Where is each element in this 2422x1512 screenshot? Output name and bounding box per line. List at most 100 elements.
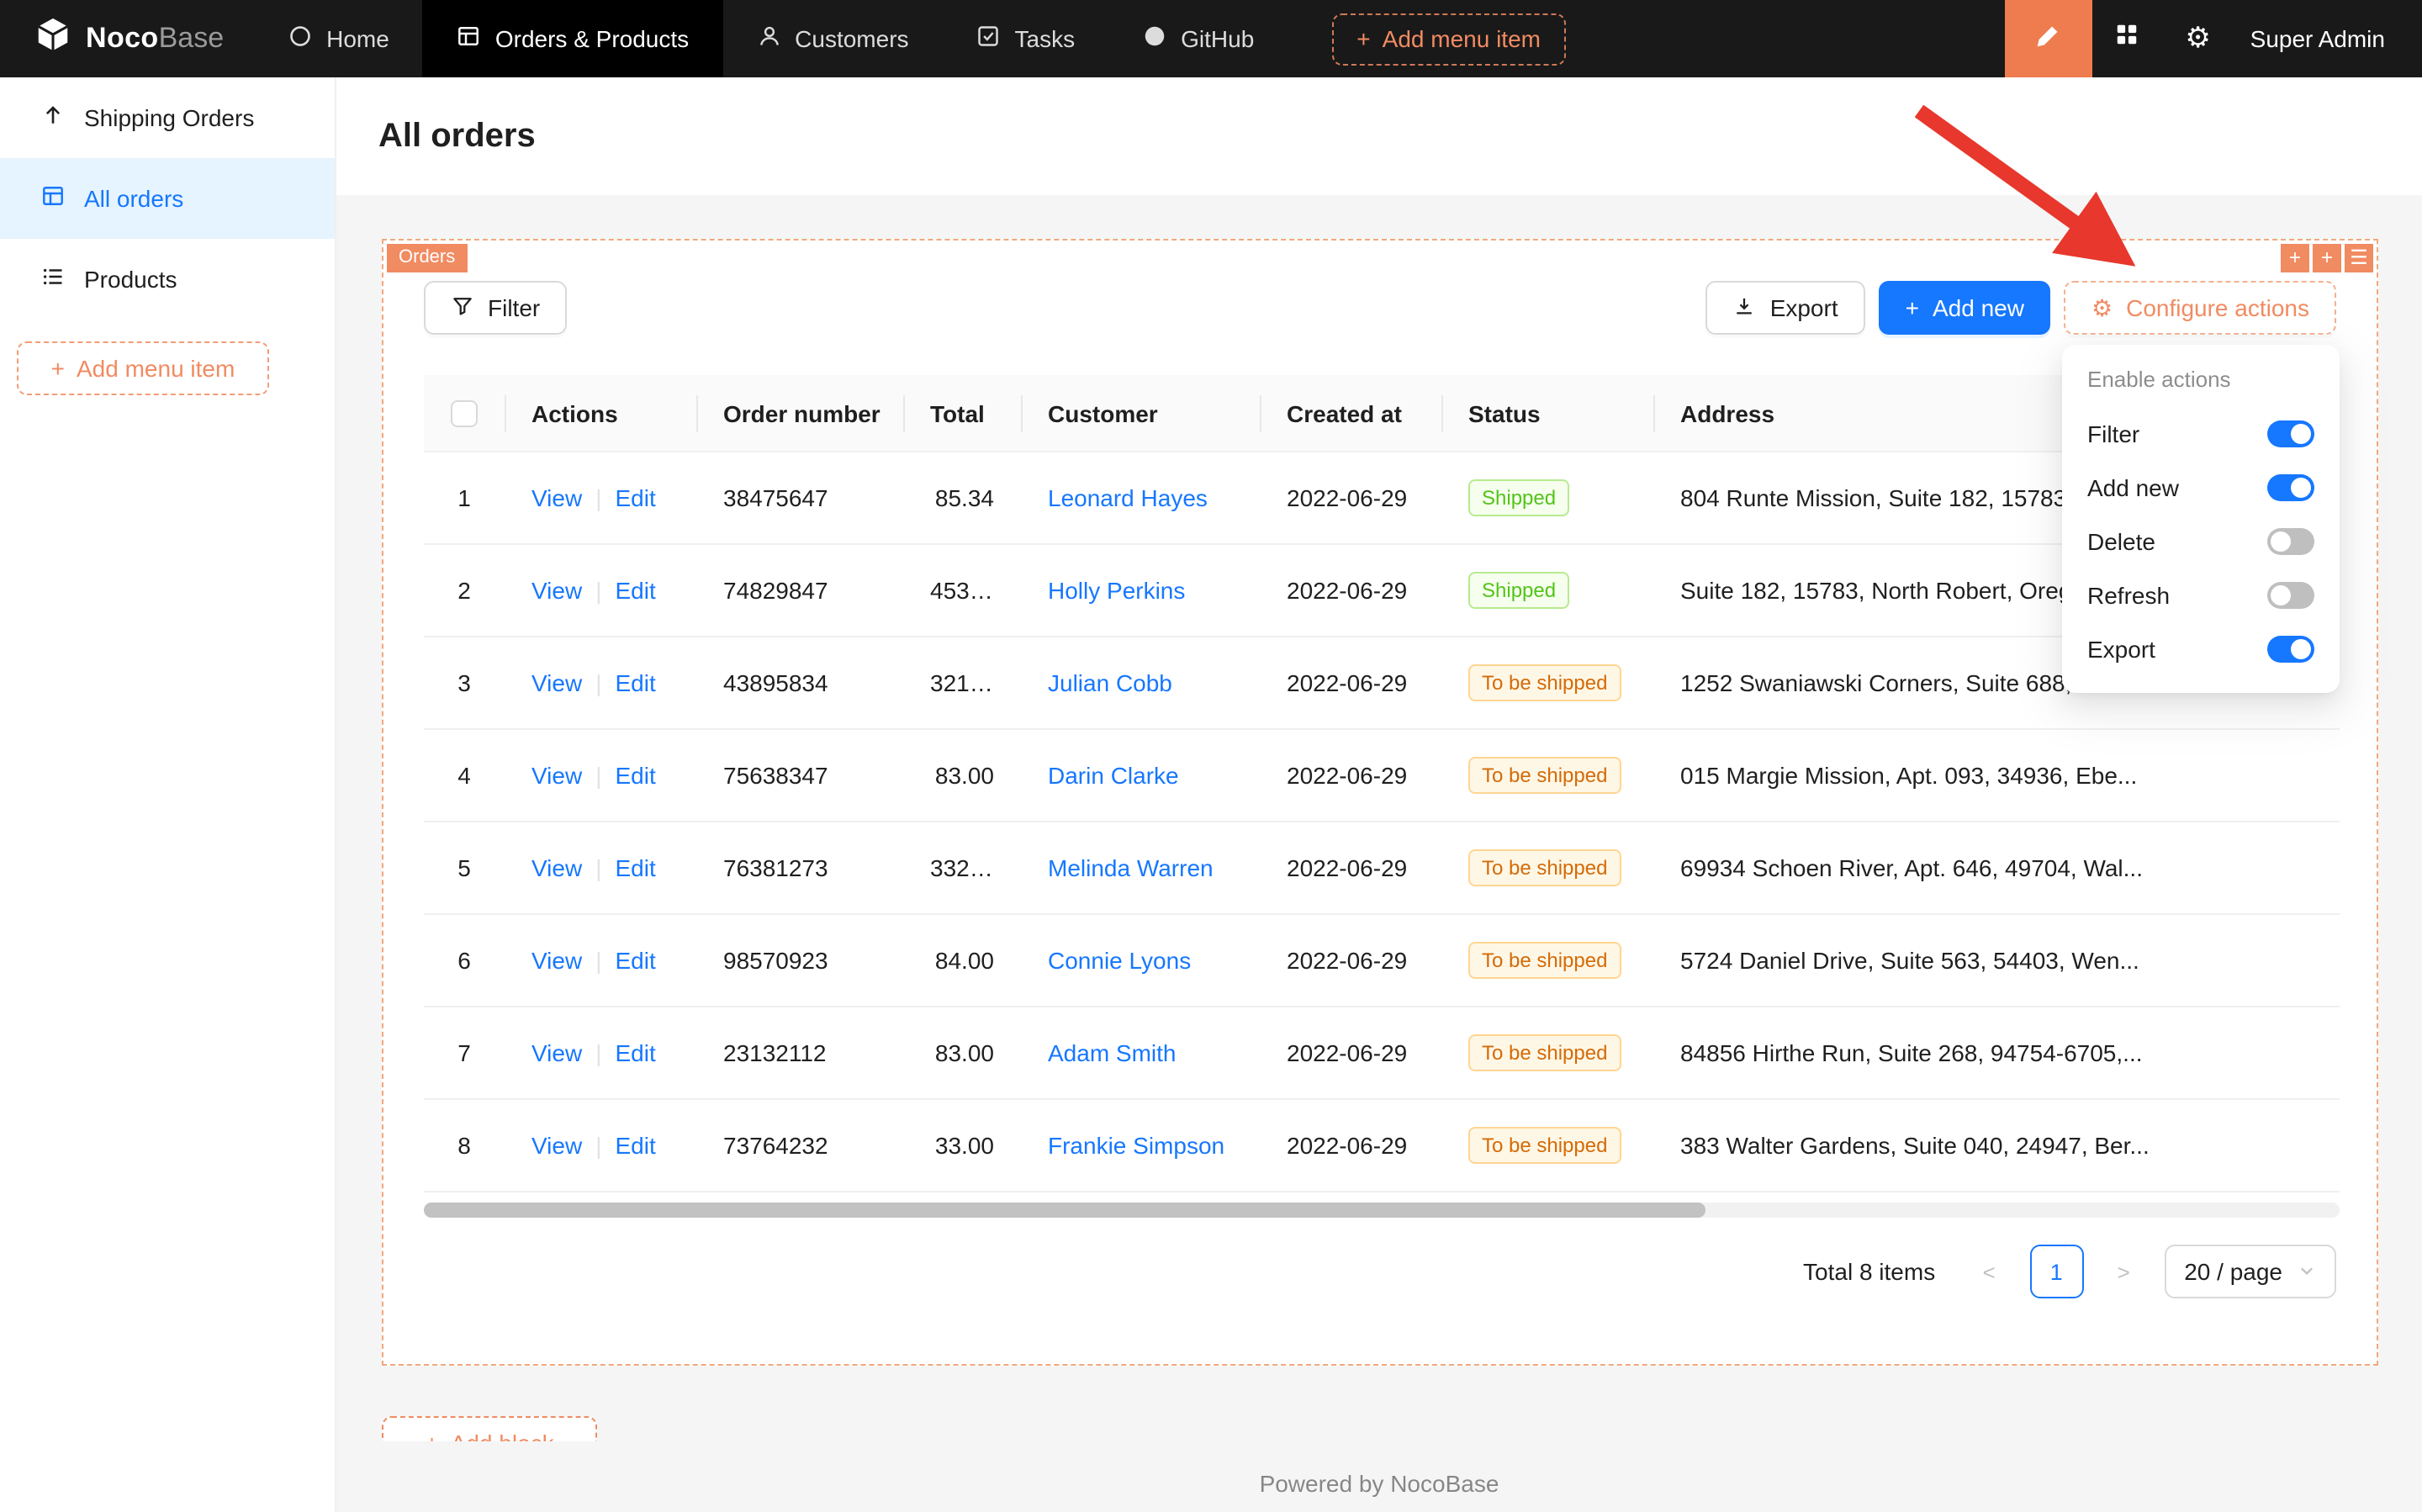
status-badge: Shipped — [1468, 573, 1569, 610]
view-link[interactable]: View — [531, 485, 582, 512]
filter-button[interactable]: Filter — [424, 281, 567, 335]
dropdown-item-export[interactable]: Export — [2062, 622, 2340, 676]
view-link[interactable]: View — [531, 1133, 582, 1160]
address-cell: 5724 Daniel Drive, Suite 563, 54403, Wen… — [1653, 916, 2340, 1008]
edit-link[interactable]: Edit — [615, 1040, 655, 1067]
designer-initializer-plus-icon[interactable]: + — [2313, 244, 2341, 272]
delete-toggle[interactable] — [2267, 528, 2314, 555]
view-link[interactable]: View — [531, 763, 582, 790]
created-at-cell: 2022-06-29 — [1260, 916, 1441, 1008]
column-header-select — [424, 375, 505, 453]
customer-link[interactable]: Melinda Warren — [1048, 855, 1214, 882]
total-cell: 33.00 — [903, 1101, 1021, 1193]
dropdown-item-label: Filter — [2087, 420, 2139, 447]
user-name-label: Super Admin — [2250, 25, 2385, 52]
plugins-button[interactable] — [2092, 0, 2163, 77]
edit-link[interactable]: Edit — [615, 578, 655, 605]
view-link[interactable]: View — [531, 578, 582, 605]
page-1-button[interactable]: 1 — [2029, 1245, 2083, 1299]
dropdown-item-filter[interactable]: Filter — [2062, 407, 2340, 461]
logo-icon — [34, 15, 72, 62]
add-menu-item-button[interactable]: + Add menu item — [1331, 13, 1566, 65]
designer-plus-icon[interactable]: + — [2281, 244, 2309, 272]
pen-icon — [2034, 22, 2063, 56]
nav-item-home[interactable]: Home — [254, 0, 423, 77]
export-toggle[interactable] — [2267, 636, 2314, 663]
view-link[interactable]: View — [531, 670, 582, 697]
next-page-button[interactable]: > — [2097, 1245, 2150, 1299]
edit-link[interactable]: Edit — [615, 763, 655, 790]
add-block-label: Add block — [451, 1430, 554, 1441]
configure-actions-button[interactable]: ⚙ Configure actions — [2065, 281, 2336, 335]
gear-icon: ⚙ — [2185, 22, 2211, 56]
view-link[interactable]: View — [531, 855, 582, 882]
customer-link[interactable]: Darin Clarke — [1048, 763, 1179, 790]
pagination: Total 8 items < 1 > 20 / page — [424, 1245, 2336, 1299]
add-new-button[interactable]: + Add new — [1879, 281, 2051, 335]
nav-item-label: Tasks — [1015, 25, 1076, 52]
nocobase-logo[interactable]: NocoBase — [0, 0, 254, 77]
nav-item-tasks[interactable]: Tasks — [943, 0, 1109, 77]
created-at-cell: 2022-06-29 — [1260, 731, 1441, 823]
user-menu[interactable]: Super Admin — [2234, 0, 2422, 77]
sidebar-add-menu-item-button[interactable]: + Add menu item — [17, 341, 269, 395]
orders-products-icon — [457, 24, 482, 54]
horizontal-scrollbar[interactable] — [424, 1203, 2340, 1219]
row-index: 4 — [424, 731, 505, 823]
view-link[interactable]: View — [531, 1040, 582, 1067]
edit-link[interactable]: Edit — [615, 855, 655, 882]
chevron-right-icon: > — [2118, 1260, 2130, 1285]
customer-link[interactable]: Adam Smith — [1048, 1040, 1177, 1067]
arrow-up-icon — [40, 103, 66, 133]
nav-item-github[interactable]: GitHub — [1108, 0, 1288, 77]
add-new-toggle[interactable] — [2267, 474, 2314, 501]
orders-block: Orders + + ☰ Filter Export — [382, 239, 2378, 1366]
status-badge: To be shipped — [1468, 1128, 1621, 1165]
created-at-cell: 2022-06-29 — [1260, 823, 1441, 916]
nav-item-label: GitHub — [1181, 25, 1254, 52]
dropdown-item-delete[interactable]: Delete — [2062, 515, 2340, 568]
ui-editor-button[interactable] — [2005, 0, 2092, 77]
sidebar-item-all-orders[interactable]: All orders — [0, 158, 335, 239]
customer-link[interactable]: Connie Lyons — [1048, 948, 1191, 975]
nav-item-orders-products[interactable]: Orders & Products — [423, 0, 722, 77]
dropdown-title: Enable actions — [2062, 362, 2340, 407]
refresh-toggle[interactable] — [2267, 582, 2314, 609]
link-divider: | — [595, 1040, 601, 1067]
customer-link[interactable]: Frankie Simpson — [1048, 1133, 1224, 1160]
add-block-button[interactable]: + Add block — [382, 1416, 597, 1441]
view-link[interactable]: View — [531, 948, 582, 975]
plus-icon: + — [425, 1430, 438, 1441]
edit-link[interactable]: Edit — [615, 1133, 655, 1160]
designer-menu-icon[interactable]: ☰ — [2345, 244, 2373, 272]
sidebar-item-shipping-orders[interactable]: Shipping Orders — [0, 77, 335, 158]
row-index: 1 — [424, 453, 505, 546]
customer-link[interactable]: Leonard Hayes — [1048, 485, 1208, 512]
table-header-row: Actions Order number Total Customer Crea… — [424, 375, 2340, 453]
block-toolbar: Filter Export + Add new ⚙ Co — [424, 281, 2336, 335]
table-row: 7 View|Edit 23132112 83.00 Adam Smith 20… — [424, 1008, 2340, 1101]
filter-toggle[interactable] — [2267, 420, 2314, 447]
customer-link[interactable]: Holly Perkins — [1048, 578, 1185, 605]
select-all-checkbox[interactable] — [451, 401, 478, 428]
sidebar-item-products[interactable]: Products — [0, 239, 335, 320]
export-icon — [1733, 293, 1757, 322]
row-index: 3 — [424, 638, 505, 731]
nav-item-customers[interactable]: Customers — [722, 0, 942, 77]
prev-page-button[interactable]: < — [1962, 1245, 2016, 1299]
dropdown-item-add-new[interactable]: Add new — [2062, 461, 2340, 515]
scrollbar-thumb[interactable] — [424, 1203, 1705, 1219]
page-title: All orders — [378, 117, 536, 156]
sidebar-item-label: All orders — [84, 185, 183, 212]
page-size-select[interactable]: 20 / page — [2164, 1245, 2336, 1299]
dropdown-item-refresh[interactable]: Refresh — [2062, 568, 2340, 622]
edit-link[interactable]: Edit — [615, 485, 655, 512]
status-badge: To be shipped — [1468, 943, 1621, 980]
settings-button[interactable]: ⚙ — [2163, 0, 2234, 77]
edit-link[interactable]: Edit — [615, 670, 655, 697]
customer-link[interactable]: Julian Cobb — [1048, 670, 1172, 697]
sidebar-item-label: Shipping Orders — [84, 104, 254, 131]
enable-actions-dropdown: Enable actions Filter Add new Delete — [2062, 345, 2340, 693]
edit-link[interactable]: Edit — [615, 948, 655, 975]
export-button[interactable]: Export — [1706, 281, 1865, 335]
